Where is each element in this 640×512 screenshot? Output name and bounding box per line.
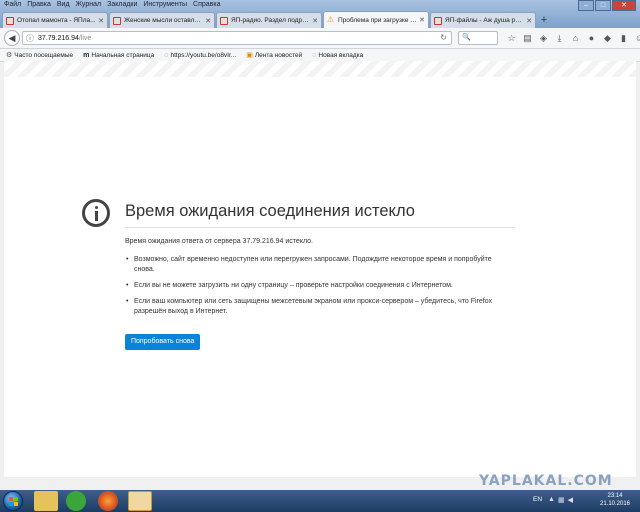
menu-view[interactable]: Вид xyxy=(57,0,70,10)
firefox-icon[interactable] xyxy=(98,491,118,511)
tab-4-active[interactable]: ⚠ Проблема при загрузке с... ✕ xyxy=(323,11,429,28)
close-tab-icon[interactable]: ✕ xyxy=(419,16,425,24)
addon-icon[interactable]: ◆ xyxy=(602,32,613,44)
navigation-bar: ◀ ⓘ 37.79.216.94/live ↻ 🔍 ☆ ▤ ◈ ⤓ ⌂ ● ◆ … xyxy=(0,28,640,49)
tab-title: Проблема при загрузке с... xyxy=(338,16,418,24)
star-icon[interactable]: ☆ xyxy=(506,32,517,44)
new-tab-button[interactable]: + xyxy=(537,13,551,27)
info-icon xyxy=(82,199,110,227)
retry-button[interactable]: Попробовать снова xyxy=(125,334,201,350)
menu-history[interactable]: Журнал xyxy=(76,0,102,10)
taskbar xyxy=(0,490,640,512)
back-button[interactable]: ◀ xyxy=(4,30,20,46)
bookmark-most-visited[interactable]: ⚙ Часто посещаемые xyxy=(6,51,73,60)
globe-icon: ◌ xyxy=(164,51,169,59)
media-player-icon[interactable] xyxy=(128,491,152,511)
clock[interactable]: 23:14 21.10.2016 xyxy=(595,492,635,508)
bookmark-news-feed[interactable]: ▣ Лента новостей xyxy=(246,51,302,60)
download-icon[interactable]: ⤓ xyxy=(554,32,565,44)
account-icon[interactable]: ☺ xyxy=(634,32,640,44)
list-item: Возможно, сайт временно недоступен или п… xyxy=(125,255,505,275)
minimize-button[interactable]: – xyxy=(578,0,594,11)
folder-icon[interactable] xyxy=(34,491,58,511)
language-indicator[interactable]: EN xyxy=(533,496,542,503)
menu-edit[interactable]: Правка xyxy=(27,0,51,10)
info-icon[interactable]: ⓘ xyxy=(26,33,34,44)
search-input[interactable]: 🔍 xyxy=(458,31,498,45)
tab-title: ЯП-радио. Раздел подре... xyxy=(231,17,311,24)
start-button[interactable] xyxy=(3,491,23,511)
bookmark-new-tab[interactable]: ◌ Новая вкладка xyxy=(312,52,363,59)
toolbar-icons: ☆ ▤ ◈ ⤓ ⌂ ● ◆ ▮ ☺ ≡ xyxy=(506,32,640,44)
tab-title: ЯП-файлы - Аж душа рве... xyxy=(445,17,525,24)
watermark: YAPLAKAL.COM xyxy=(479,473,613,489)
reload-icon[interactable]: ↻ xyxy=(440,33,447,42)
tab-title: Отопал мамонта - ЯПла... xyxy=(17,17,96,24)
home-icon[interactable]: ⌂ xyxy=(570,32,581,44)
network-icon[interactable]: ▦ xyxy=(558,496,565,504)
list-item: Если вы не можете загрузить ни одну стра… xyxy=(125,281,505,291)
extension-icon[interactable]: ● xyxy=(586,32,597,44)
tab-title: Женские мысли оставле... xyxy=(124,17,204,24)
error-reasons: Возможно, сайт временно недоступен или п… xyxy=(125,255,505,323)
page-content: Время ожидания соединения истекло Время … xyxy=(4,61,636,489)
browser-window: Файл Правка Вид Журнал Закладки Инструме… xyxy=(0,0,640,490)
list-item: Если ваш компьютер или сеть защищены меж… xyxy=(125,297,505,317)
clock-date: 21.10.2016 xyxy=(599,501,631,507)
warning-icon: ⚠ xyxy=(327,15,335,24)
url-bar[interactable]: ⓘ 37.79.216.94/live ↻ xyxy=(22,31,452,45)
utorrent-icon[interactable] xyxy=(66,491,86,511)
gear-icon: ⚙ xyxy=(6,52,13,59)
close-tab-icon[interactable]: ✕ xyxy=(312,17,318,25)
url-host: 37.79.216.94 xyxy=(38,34,79,42)
windows-logo-icon xyxy=(9,497,18,506)
yaplakal-icon xyxy=(434,16,442,25)
bookmark-youtube[interactable]: ◌ https://youtu.be/o8vIr... xyxy=(164,52,236,59)
tab-2[interactable]: Женские мысли оставле... ✕ xyxy=(109,12,215,28)
yaplakal-icon xyxy=(6,16,14,25)
error-description: Время ожидания ответа от сервера 37.79.2… xyxy=(125,238,313,245)
volume-icon[interactable]: ◀ xyxy=(568,496,573,504)
sidebar-icon[interactable]: ▮ xyxy=(618,32,629,44)
rss-icon: ▣ xyxy=(246,52,253,59)
globe-icon: ◌ xyxy=(312,51,317,59)
window-controls: – □ ✕ xyxy=(578,0,636,11)
menu-tools[interactable]: Инструменты xyxy=(143,0,187,10)
tray-arrow-icon[interactable]: ▲ xyxy=(548,496,555,504)
bookmark-home-page[interactable]: m Начальная страница xyxy=(83,52,154,59)
tab-5[interactable]: ЯП-файлы - Аж душа рве... ✕ xyxy=(430,12,536,28)
loading-stripes xyxy=(4,61,636,77)
menu-file[interactable]: Файл xyxy=(4,0,21,10)
menu-bar: Файл Правка Вид Журнал Закладки Инструме… xyxy=(0,0,221,10)
yaplakal-icon xyxy=(220,16,228,25)
menu-bookmarks[interactable]: Закладки xyxy=(107,0,137,10)
url-path: /live xyxy=(78,34,92,42)
close-tab-icon[interactable]: ✕ xyxy=(205,17,211,25)
clock-time: 23:14 xyxy=(607,493,623,499)
close-tab-icon[interactable]: ✕ xyxy=(526,17,532,25)
m-logo-icon: m xyxy=(83,51,90,59)
divider xyxy=(125,227,515,228)
menu-help[interactable]: Справка xyxy=(193,0,220,10)
close-window-button[interactable]: ✕ xyxy=(612,0,636,11)
tab-strip: Отопал мамонта - ЯПла... ✕ Женские мысли… xyxy=(2,11,551,28)
page-title: Время ожидания соединения истекло xyxy=(125,202,415,220)
shield-icon[interactable]: ◈ xyxy=(538,32,549,44)
library-icon[interactable]: ▤ xyxy=(522,32,533,44)
yaplakal-icon xyxy=(113,16,121,25)
title-bar: Файл Правка Вид Журнал Закладки Инструме… xyxy=(0,0,640,28)
maximize-button[interactable]: □ xyxy=(595,0,611,11)
tab-1[interactable]: Отопал мамонта - ЯПла... ✕ xyxy=(2,12,108,28)
close-tab-icon[interactable]: ✕ xyxy=(98,17,104,25)
tab-3[interactable]: ЯП-радио. Раздел подре... ✕ xyxy=(216,12,322,28)
system-tray: ▲ ▦ ◀ xyxy=(548,496,573,504)
